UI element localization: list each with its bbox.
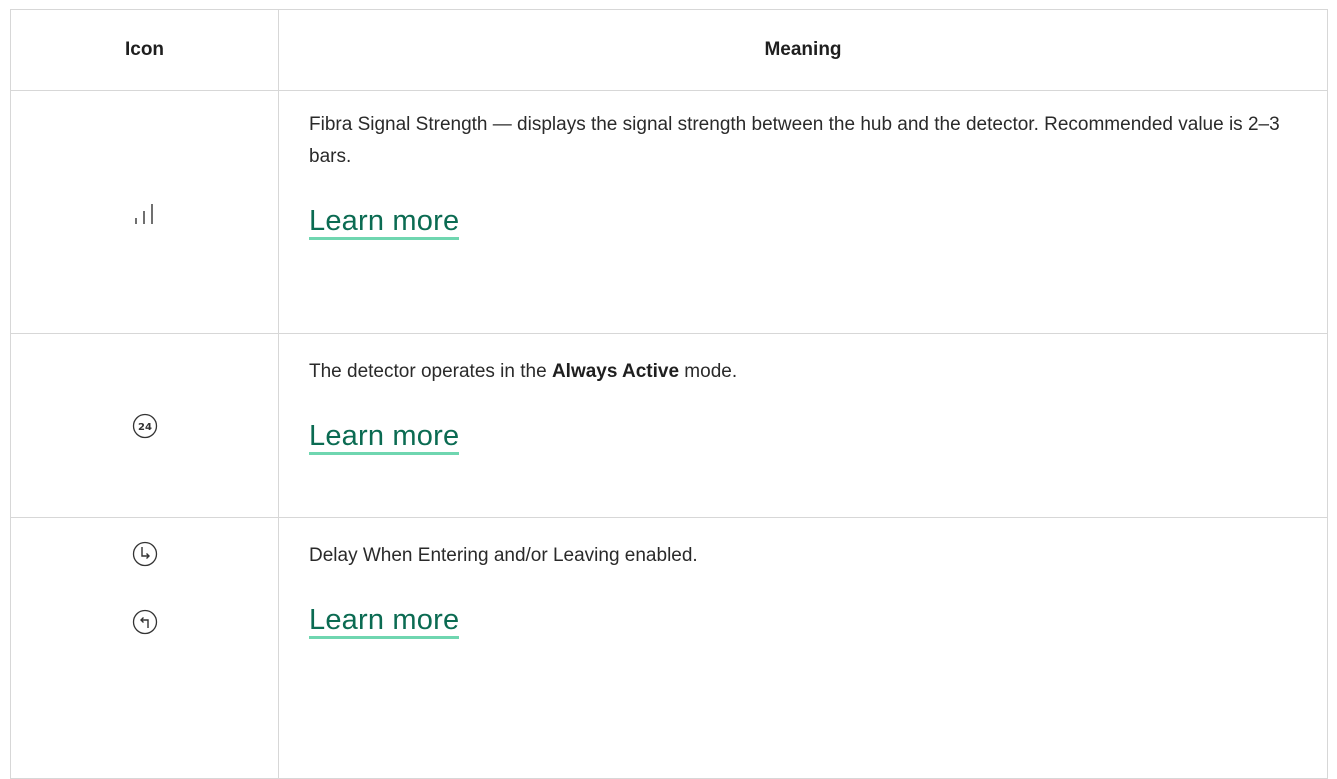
- table-row: Fibra Signal Strength — displays the sig…: [10, 90, 1328, 334]
- always-active-24-label: 24: [138, 422, 152, 433]
- row-description: Fibra Signal Strength — displays the sig…: [309, 114, 1280, 167]
- icon-meaning-table: Icon Meaning Fibra Signal Strength — dis…: [10, 9, 1328, 779]
- row-description-text: The detector operates in the: [309, 361, 552, 382]
- delay-leaving-icon: [132, 609, 157, 635]
- always-active-mode-label: Always Active: [551, 361, 680, 382]
- meaning-cell: Fibra Signal Strength — displays the sig…: [278, 90, 1328, 334]
- icon-column-header: Icon: [10, 9, 279, 91]
- learn-more-link[interactable]: Learn more: [309, 422, 460, 455]
- icon-cell: [10, 517, 279, 779]
- icon-cell: [10, 90, 279, 334]
- signal-bars-icon: [134, 204, 153, 224]
- table-row: Delay When Entering and/or Leaving enabl…: [10, 517, 1328, 779]
- meaning-cell: The detector operates in the Always Acti…: [278, 333, 1328, 518]
- learn-more-link[interactable]: Learn more: [309, 207, 460, 240]
- delay-entering-icon: [132, 541, 157, 567]
- learn-more-link[interactable]: Learn more: [309, 606, 460, 639]
- meaning-column-header: Meaning: [278, 9, 1328, 91]
- meaning-cell: Delay When Entering and/or Leaving enabl…: [278, 517, 1328, 779]
- row-description: Delay When Entering and/or Leaving enabl…: [309, 545, 698, 566]
- icon-cell: 24: [10, 333, 279, 518]
- table-header-row: Icon Meaning: [10, 9, 1328, 91]
- always-active-24-icon: 24: [132, 413, 157, 438]
- table-row: 24 The detector operates in the Always A…: [10, 333, 1328, 518]
- row-description-text: mode.: [679, 361, 738, 382]
- row-description: The detector operates in the Always Acti…: [309, 356, 1327, 388]
